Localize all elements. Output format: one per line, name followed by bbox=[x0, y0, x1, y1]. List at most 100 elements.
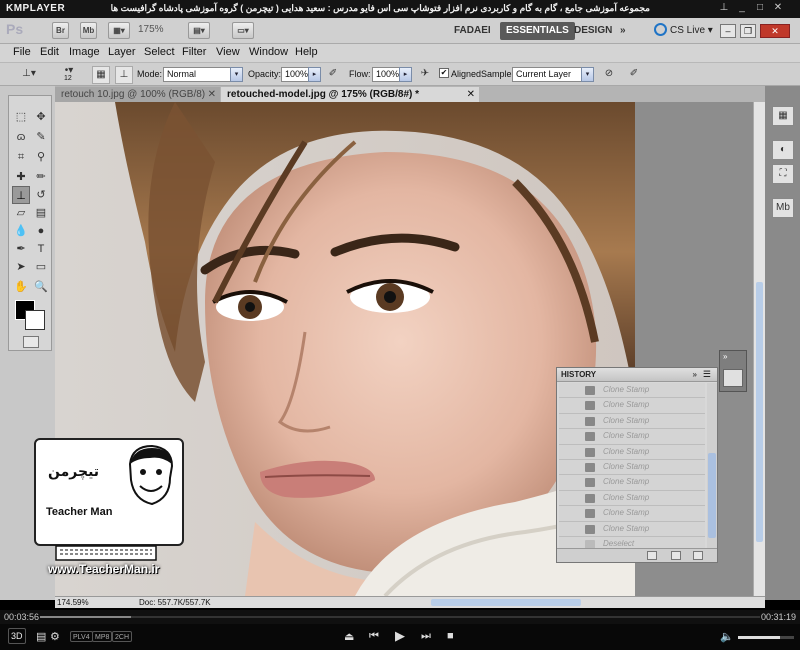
ps-minimize-icon[interactable]: – bbox=[720, 24, 736, 38]
history-item[interactable]: Clone Stamp bbox=[559, 506, 705, 522]
playlist-icon[interactable]: ▤ bbox=[36, 630, 46, 643]
tab-retouch-10[interactable]: retouch 10.jpg @ 100% (RGB/8) ✕ bbox=[55, 87, 220, 102]
history-brush-tool-icon[interactable]: ↺ bbox=[32, 186, 50, 204]
history-item[interactable]: Clone Stamp bbox=[559, 413, 705, 430]
new-snapshot-icon[interactable] bbox=[671, 551, 681, 560]
mini-bridge-button[interactable]: Mb bbox=[80, 22, 97, 39]
eyedropper-tool-icon[interactable]: ⚲ bbox=[32, 148, 50, 166]
stop-icon[interactable]: ■ bbox=[447, 630, 454, 642]
ps-restore-icon[interactable]: ❐ bbox=[740, 24, 756, 38]
arrange-documents-button[interactable]: ▤▾ bbox=[188, 22, 210, 39]
volume-icon[interactable]: 🔈 bbox=[720, 630, 734, 643]
screen-mode-button[interactable]: ▭▾ bbox=[232, 22, 254, 39]
sample-dropdown-arrow[interactable]: ▾ bbox=[581, 67, 594, 82]
menu-filter[interactable]: Filter bbox=[182, 46, 206, 58]
quick-select-tool-icon[interactable]: ✎ bbox=[32, 128, 50, 146]
quick-mask-button[interactable] bbox=[23, 336, 39, 348]
workspace-design[interactable]: DESIGN bbox=[568, 22, 618, 40]
workspace-fadaei[interactable]: FADAEI bbox=[448, 22, 497, 40]
maximize-icon[interactable]: □ bbox=[754, 2, 766, 14]
history-item[interactable]: Clone Stamp bbox=[559, 444, 705, 460]
delete-state-icon[interactable] bbox=[693, 551, 703, 560]
crop-tool-icon[interactable]: ⌗ bbox=[12, 148, 30, 166]
tab-close-icon[interactable]: ✕ bbox=[208, 87, 216, 102]
clone-source-panel-icon[interactable] bbox=[723, 369, 743, 387]
vertical-scroll-thumb[interactable] bbox=[756, 282, 763, 542]
color-panel-icon[interactable]: ▦ bbox=[772, 106, 794, 126]
tab-retouched-model[interactable]: retouched-model.jpg @ 175% (RGB/8#) * ✕ bbox=[221, 87, 479, 102]
menu-view[interactable]: View bbox=[216, 46, 240, 58]
clone-stamp-preset-icon[interactable]: ⊥▾ bbox=[20, 66, 38, 84]
move-tool-icon[interactable]: ✥ bbox=[32, 108, 50, 126]
history-item[interactable]: Clone Stamp bbox=[559, 429, 705, 445]
dodge-tool-icon[interactable]: ● bbox=[32, 222, 50, 240]
menu-edit[interactable]: Edit bbox=[40, 46, 59, 58]
history-item[interactable]: Clone Stamp bbox=[559, 475, 705, 491]
menu-file[interactable]: File bbox=[13, 46, 31, 58]
pin-icon[interactable]: ⊥ bbox=[718, 2, 730, 14]
previous-icon[interactable]: ⏮ bbox=[369, 630, 379, 643]
settings-icon[interactable]: ⚙ bbox=[50, 630, 60, 643]
document-size-info[interactable]: Doc: 557.7K/557.7K bbox=[139, 598, 211, 607]
new-document-from-state-icon[interactable] bbox=[647, 551, 657, 560]
mini-bridge-panel-icon[interactable]: Mb bbox=[772, 198, 794, 218]
pen-tool-icon[interactable]: ✒ bbox=[12, 240, 30, 258]
collapse-panel-icon[interactable]: » bbox=[693, 370, 697, 379]
zoom-tool-icon[interactable]: 🔍 bbox=[32, 278, 50, 296]
history-item[interactable]: Clone Stamp bbox=[559, 521, 705, 537]
airbrush-icon[interactable]: ✈ bbox=[416, 66, 434, 84]
menu-window[interactable]: Window bbox=[249, 46, 288, 58]
history-item[interactable]: Clone Stamp bbox=[559, 398, 705, 414]
history-tab[interactable]: HISTORY bbox=[561, 370, 596, 379]
opacity-input[interactable]: 100% bbox=[281, 67, 309, 82]
tab-close-icon[interactable]: ✕ bbox=[467, 87, 475, 102]
ps-close-icon[interactable]: ✕ bbox=[760, 24, 790, 38]
menu-image[interactable]: Image bbox=[69, 46, 100, 58]
hand-tool-icon[interactable]: ✋ bbox=[12, 278, 30, 296]
blur-tool-icon[interactable]: 💧 bbox=[12, 222, 30, 240]
ignore-adjustment-layers-icon[interactable]: ⊘ bbox=[600, 66, 618, 84]
brush-tool-icon[interactable]: ✏ bbox=[32, 168, 50, 186]
opacity-pressure-icon[interactable]: ✐ bbox=[324, 66, 342, 84]
opacity-slider-arrow[interactable]: ▸ bbox=[308, 67, 321, 82]
shape-tool-icon[interactable]: ▭ bbox=[32, 258, 50, 276]
menu-layer[interactable]: Layer bbox=[108, 46, 136, 58]
gradient-tool-icon[interactable]: ▤ bbox=[32, 204, 50, 222]
history-scroll-thumb[interactable] bbox=[708, 453, 716, 538]
aligned-checkbox[interactable]: ✔ bbox=[439, 68, 449, 78]
history-item[interactable]: Clone Stamp bbox=[559, 459, 705, 476]
eraser-tool-icon[interactable]: ▱ bbox=[12, 204, 30, 222]
history-scrollbar[interactable] bbox=[707, 383, 717, 548]
eject-icon[interactable]: ⏏ bbox=[344, 630, 354, 643]
masks-panel-icon[interactable]: ⛶ bbox=[772, 164, 794, 184]
brush-panel-icon[interactable]: ▦ bbox=[92, 66, 110, 84]
mode-dropdown-arrow[interactable]: ▾ bbox=[230, 67, 243, 82]
mode-3d-button[interactable]: 3D bbox=[8, 628, 26, 644]
bridge-button[interactable]: Br bbox=[52, 22, 69, 39]
cs-live-button[interactable]: CS Live ▾ bbox=[654, 23, 713, 36]
history-item[interactable]: Clone Stamp bbox=[559, 490, 705, 507]
zoom-status-field[interactable]: 174.59% bbox=[57, 598, 89, 607]
type-tool-icon[interactable]: T bbox=[32, 240, 50, 258]
view-extras-button[interactable]: ▦▾ bbox=[108, 22, 130, 39]
vertical-scrollbar[interactable] bbox=[753, 102, 765, 596]
next-icon[interactable]: ⏭ bbox=[421, 630, 431, 643]
history-item[interactable]: Deselect bbox=[559, 536, 705, 548]
marquee-tool-icon[interactable]: ⬚ bbox=[12, 108, 30, 126]
play-icon[interactable]: ▶ bbox=[395, 628, 405, 644]
workspace-essentials[interactable]: ESSENTIALS bbox=[500, 22, 575, 40]
panel-menu-icon[interactable]: ☰ bbox=[703, 369, 711, 380]
menu-select[interactable]: Select bbox=[144, 46, 175, 58]
lasso-tool-icon[interactable]: ɷ bbox=[12, 128, 30, 146]
mode-select[interactable]: Normal bbox=[163, 67, 231, 82]
close-icon[interactable]: ✕ bbox=[772, 2, 784, 14]
more-workspaces-button[interactable]: » bbox=[614, 22, 632, 40]
horizontal-scroll-thumb[interactable] bbox=[431, 599, 581, 606]
sample-select[interactable]: Current Layer bbox=[512, 67, 582, 82]
background-color-swatch[interactable] bbox=[25, 310, 45, 330]
history-item[interactable]: Clone Stamp bbox=[559, 383, 705, 399]
flow-input[interactable]: 100% bbox=[372, 67, 400, 82]
seek-track[interactable] bbox=[40, 616, 760, 618]
zoom-level-dropdown[interactable]: 175% bbox=[138, 24, 164, 35]
tablet-pressure-icon[interactable]: ✐ bbox=[625, 66, 643, 84]
